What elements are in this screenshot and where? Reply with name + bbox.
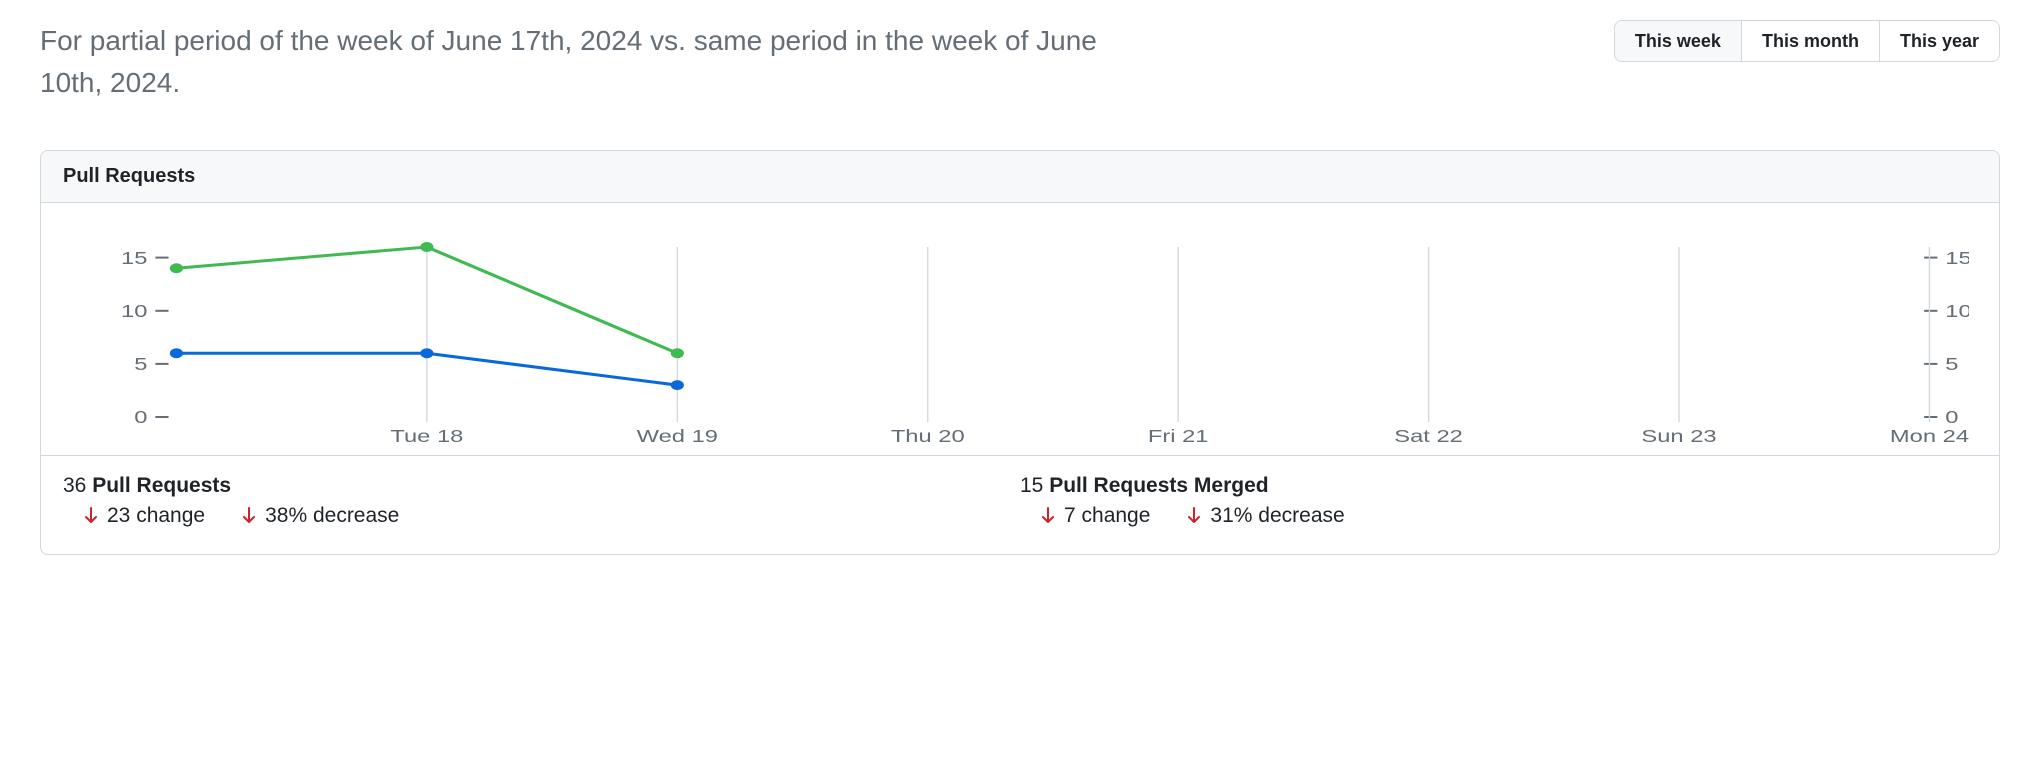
- arrow-down-icon: [241, 506, 257, 526]
- svg-text:0: 0: [1945, 408, 1958, 428]
- svg-text:15: 15: [121, 249, 147, 269]
- y-axis-left: 15 10 5 0: [121, 249, 168, 428]
- line-chart: 15 10 5 0 15 10 5 0: [71, 227, 1969, 447]
- arrow-down-icon: [1186, 506, 1202, 526]
- svg-text:5: 5: [1945, 355, 1958, 375]
- period-toggle-month[interactable]: This month: [1741, 21, 1879, 61]
- stat-pull-requests: 36 Pull Requests 23 change 38% de: [63, 474, 1020, 528]
- pr-count: 36: [63, 474, 86, 497]
- stats-row: 36 Pull Requests 23 change 38% de: [41, 455, 1999, 554]
- y-axis-right: 15 10 5 0: [1924, 249, 1969, 428]
- period-toggle-week[interactable]: This week: [1615, 21, 1741, 61]
- svg-text:10: 10: [1945, 302, 1969, 322]
- pr-decrease: 38% decrease: [265, 504, 399, 528]
- merged-count: 15: [1020, 474, 1043, 497]
- period-subtitle: For partial period of the week of June 1…: [40, 20, 1120, 104]
- svg-text:Tue 18: Tue 18: [390, 427, 463, 447]
- merged-label: Pull Requests Merged: [1049, 474, 1268, 497]
- svg-text:Wed 19: Wed 19: [637, 427, 718, 447]
- x-axis: Tue 18 Wed 19 Thu 20 Fri 21 Sat 22 Sun 2…: [390, 427, 1969, 447]
- merged-decrease: 31% decrease: [1210, 504, 1344, 528]
- chart-area: 15 10 5 0 15 10 5 0: [41, 203, 1999, 455]
- svg-text:Fri 21: Fri 21: [1148, 427, 1209, 447]
- stat-merged: 15 Pull Requests Merged 7 change: [1020, 474, 1977, 528]
- pr-change: 23 change: [107, 504, 205, 528]
- arrow-down-icon: [83, 506, 99, 526]
- svg-text:0: 0: [134, 408, 147, 428]
- merged-change: 7 change: [1064, 504, 1150, 528]
- pr-label: Pull Requests: [92, 474, 231, 497]
- x-gridlines: [427, 247, 1930, 422]
- svg-text:Thu 20: Thu 20: [891, 427, 965, 447]
- svg-text:10: 10: [121, 302, 147, 322]
- arrow-down-icon: [1040, 506, 1056, 526]
- card-title: Pull Requests: [41, 151, 1999, 203]
- svg-text:Sat 22: Sat 22: [1394, 427, 1463, 447]
- svg-text:5: 5: [134, 355, 147, 375]
- svg-text:Mon 24: Mon 24: [1890, 427, 1969, 447]
- svg-text:15: 15: [1945, 249, 1969, 269]
- svg-text:Sun 23: Sun 23: [1641, 427, 1716, 447]
- pull-requests-card: Pull Requests 15 10 5 0 15 10 5 0: [40, 150, 2000, 555]
- period-toggle: This week This month This year: [1614, 20, 2000, 62]
- period-toggle-year[interactable]: This year: [1879, 21, 1999, 61]
